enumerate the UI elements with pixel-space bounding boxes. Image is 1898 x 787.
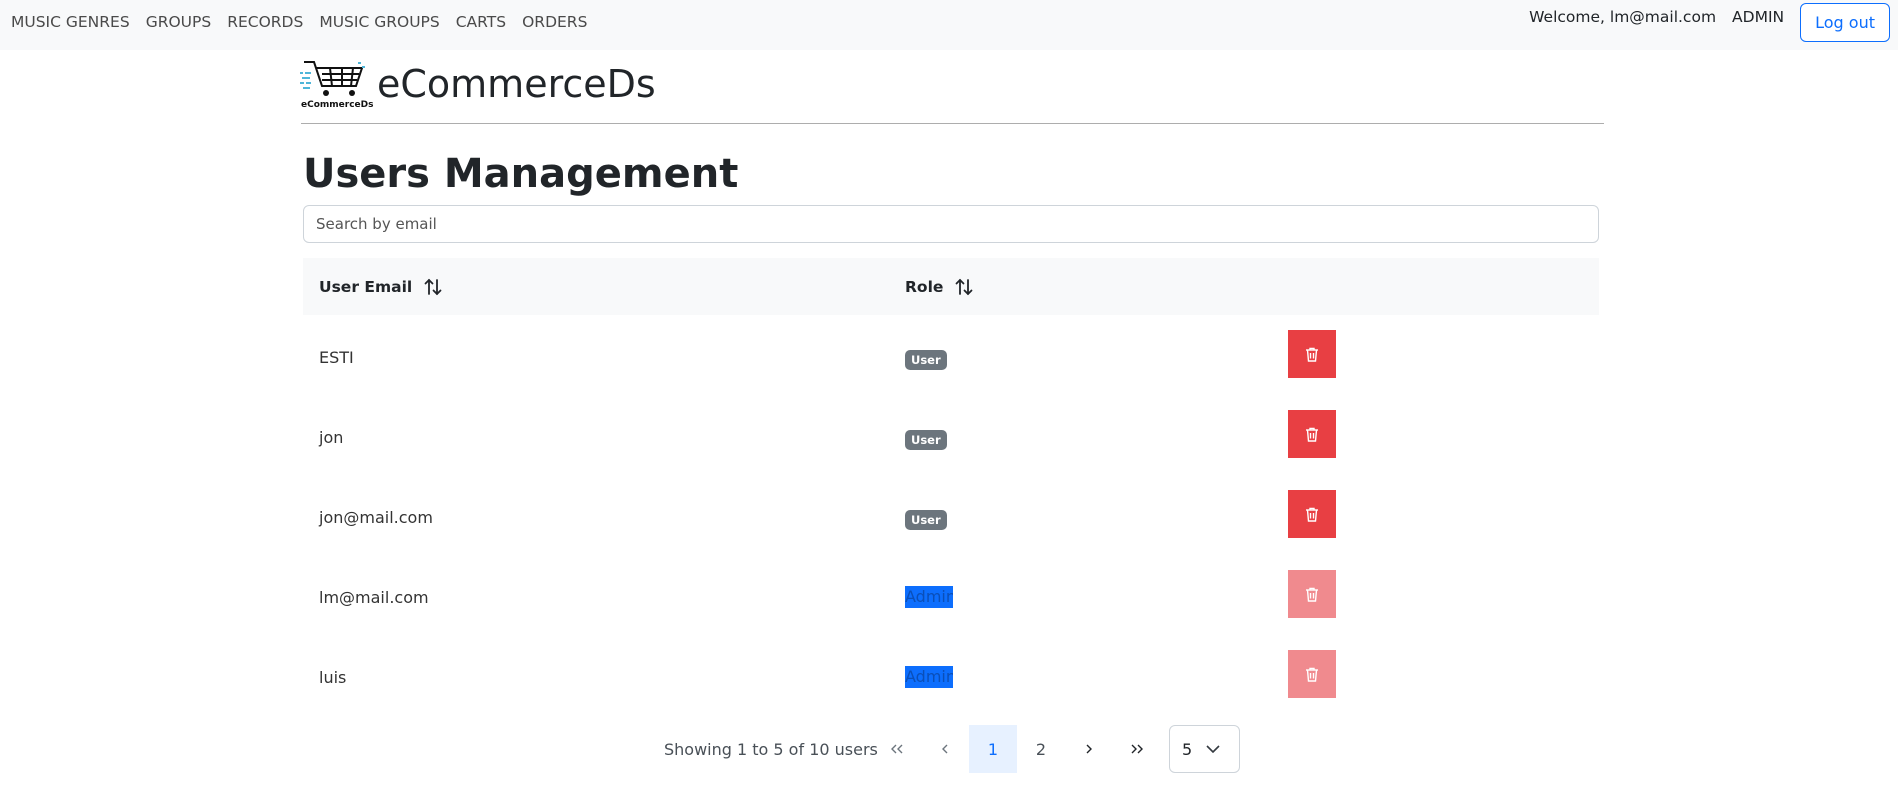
showing-text: Showing 1 to 5 of 10 users — [664, 740, 878, 759]
sort-icon[interactable] — [424, 278, 442, 296]
chevron-right-icon — [1086, 744, 1092, 754]
nav-user-area: Welcome, lm@mail.com ADMIN Log out — [1529, 3, 1890, 42]
first-page-button[interactable] — [873, 725, 921, 773]
role-badge: User — [905, 350, 947, 370]
last-page-button[interactable] — [1113, 725, 1161, 773]
role-badge: Admin — [905, 666, 953, 688]
trash-icon — [1306, 507, 1318, 522]
table-header: User Email Role — [303, 258, 1599, 315]
user-role: ADMIN — [1732, 8, 1785, 26]
nav-links: MUSIC GENRES GROUPS RECORDS MUSIC GROUPS… — [11, 13, 587, 31]
page-button-2[interactable]: 2 — [1017, 725, 1065, 773]
role-badge: User — [905, 430, 947, 450]
delete-user-button[interactable] — [1288, 650, 1336, 698]
double-chevron-left-icon — [891, 744, 903, 754]
role-badge: User — [905, 510, 947, 530]
column-header-role[interactable]: Role — [905, 278, 973, 296]
sort-icon[interactable] — [955, 278, 973, 296]
trash-icon — [1306, 587, 1318, 602]
table-row: ESTI User — [303, 318, 1599, 398]
logo-text: eCommerceDs — [301, 100, 374, 110]
brand-header: eCommerceDs eCommerceDs — [300, 58, 656, 110]
user-email: jon@mail.com — [319, 508, 433, 527]
nav-link-orders[interactable]: ORDERS — [522, 13, 587, 31]
trash-icon — [1306, 347, 1318, 362]
nav-link-music-groups[interactable]: MUSIC GROUPS — [319, 13, 439, 31]
nav-link-music-genres[interactable]: MUSIC GENRES — [11, 13, 130, 31]
page-button-1[interactable]: 1 — [969, 725, 1017, 773]
header-divider — [301, 123, 1604, 124]
logout-button[interactable]: Log out — [1800, 3, 1890, 42]
previous-page-button[interactable] — [921, 725, 969, 773]
user-email: luis — [319, 668, 347, 687]
user-email: lm@mail.com — [319, 588, 429, 607]
search-input[interactable] — [303, 205, 1599, 243]
column-label-role: Role — [905, 278, 944, 296]
top-navbar: MUSIC GENRES GROUPS RECORDS MUSIC GROUPS… — [0, 0, 1898, 50]
double-chevron-right-icon — [1131, 744, 1143, 754]
delete-user-button[interactable] — [1288, 330, 1336, 378]
cart-logo-icon — [300, 61, 365, 96]
table-row: luis Admin — [303, 638, 1599, 718]
delete-user-button[interactable] — [1288, 570, 1336, 618]
page-title: Users Management — [303, 151, 739, 197]
column-header-user-email[interactable]: User Email — [319, 278, 442, 296]
chevron-left-icon — [942, 744, 948, 754]
user-email: jon — [319, 428, 344, 447]
role-badge: Admin — [905, 586, 953, 608]
nav-link-groups[interactable]: GROUPS — [146, 13, 212, 31]
delete-user-button[interactable] — [1288, 410, 1336, 458]
table-row: lm@mail.com Admin — [303, 558, 1599, 638]
per-page-select[interactable]: 5 — [1169, 725, 1240, 773]
nav-link-carts[interactable]: CARTS — [456, 13, 506, 31]
nav-link-records[interactable]: RECORDS — [227, 13, 303, 31]
next-page-button[interactable] — [1065, 725, 1113, 773]
column-label-user-email: User Email — [319, 278, 413, 296]
user-email: ESTI — [319, 348, 354, 367]
brand-name[interactable]: eCommerceDs — [377, 62, 656, 106]
per-page-value: 5 — [1182, 739, 1193, 759]
welcome-text: Welcome, lm@mail.com — [1529, 8, 1717, 26]
trash-icon — [1306, 427, 1318, 442]
brand-logo: eCommerceDs — [300, 58, 373, 110]
chevron-down-icon — [1206, 745, 1220, 753]
table-row: jon User — [303, 398, 1599, 478]
table-row: jon@mail.com User — [303, 478, 1599, 558]
trash-icon — [1306, 667, 1318, 682]
delete-user-button[interactable] — [1288, 490, 1336, 538]
